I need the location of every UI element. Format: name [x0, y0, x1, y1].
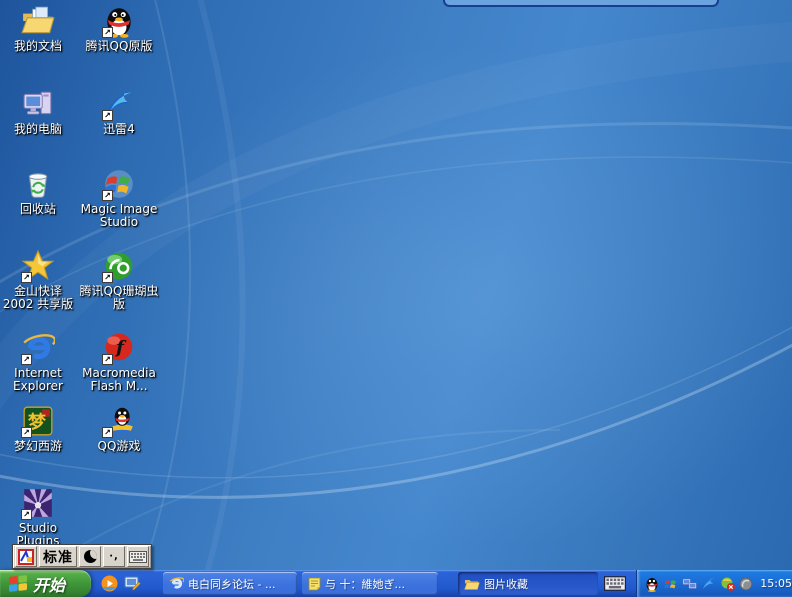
icon-label: Studio — [19, 521, 57, 535]
open-folder-icon — [464, 577, 480, 591]
note-icon — [308, 577, 321, 591]
keyboard-icon — [604, 576, 626, 591]
quick-launch-media-player[interactable] — [101, 575, 118, 592]
my-computer-icon — [21, 87, 55, 121]
xp-desktop-screen: 我的文档 ↗ 腾讯QQ原版 我的电脑 ↗ 迅雷4 — [0, 0, 792, 597]
ime-language-bar[interactable]: 标准 ·, — [12, 544, 152, 569]
desktop-icon-qq-original[interactable]: ↗ 腾讯QQ原版 — [76, 4, 162, 53]
xunlei-icon[interactable] — [701, 576, 717, 592]
shortcut-arrow-icon: ↗ — [21, 427, 32, 438]
icon-label: Internet — [14, 366, 62, 380]
volume-icon[interactable] — [738, 576, 754, 592]
task-button-pictures[interactable]: 图片收藏 — [458, 572, 598, 595]
desktop-icon-menghuan-xiyou[interactable]: 梦 ↗ 梦幻西游 — [0, 404, 81, 453]
desktop-icon-macromedia-flash[interactable]: f ↗ MacromediaFlash M... — [76, 331, 162, 393]
system-tray: 15:05 — [636, 570, 792, 597]
shortcut-arrow-icon: ↗ — [102, 427, 113, 438]
desktop-icon-my-documents[interactable]: 我的文档 — [0, 4, 81, 53]
offscreen-window-edge[interactable] — [443, 0, 719, 7]
desktop-icon-qq-coral[interactable]: ↗ 腾讯QQ珊瑚虫版 — [76, 249, 162, 311]
windows-flag-icon — [8, 574, 28, 593]
desktop-icon-recycle-bin[interactable]: 回收站 — [0, 167, 81, 216]
fullwidth-toggle-button[interactable] — [79, 546, 101, 567]
icon-label: 腾讯QQ原版 — [86, 39, 153, 53]
ime-mode-button[interactable]: 标准 — [39, 546, 77, 567]
desktop-icon-xunlei4[interactable]: ↗ 迅雷4 — [76, 87, 162, 136]
taskbar: 开始 电白同乡论坛 - ... — [0, 570, 792, 597]
recycle-bin-icon — [21, 167, 55, 201]
task-button-notepad[interactable]: 与 十：維她ぎ... — [302, 572, 438, 595]
taskbar-keyboard-indicator[interactable] — [604, 576, 626, 591]
keyboard-icon — [129, 551, 147, 563]
start-button[interactable]: 开始 — [0, 570, 91, 597]
shortcut-arrow-icon: ↗ — [102, 272, 113, 283]
task-label: 电白同乡论坛 - ... — [188, 576, 275, 592]
fullwidth-moon-icon — [84, 550, 97, 563]
my-documents-icon — [21, 4, 55, 38]
icon-label: 迅雷4 — [103, 122, 135, 136]
desktop-icon-my-computer[interactable]: 我的电脑 — [0, 87, 81, 136]
icon-label: 我的文档 — [14, 39, 62, 53]
desktop-icon-magic-image-studio[interactable]: ↗ Magic ImageStudio — [76, 167, 162, 229]
icon-label: Macromedia — [82, 366, 156, 380]
network-icon[interactable] — [682, 576, 698, 592]
icon-label: 梦幻西游 — [14, 439, 62, 453]
icon-label: Magic Image — [81, 202, 158, 216]
quick-launch-show-desktop[interactable] — [124, 575, 141, 592]
task-label: 与 十：維她ぎ... — [325, 576, 405, 592]
desktop-icon-qq-games[interactable]: ↗ QQ游戏 — [76, 404, 162, 453]
shortcut-arrow-icon: ↗ — [102, 27, 113, 38]
ie-icon — [169, 576, 184, 591]
start-label: 开始 — [33, 572, 71, 596]
icon-label: 我的电脑 — [14, 122, 62, 136]
icon-label: 回收站 — [20, 202, 56, 216]
desktop-icon-internet-explorer[interactable]: ↗ InternetExplorer — [0, 331, 81, 393]
icon-label: QQ游戏 — [98, 439, 141, 453]
shortcut-arrow-icon: ↗ — [102, 190, 113, 201]
input-method-icon[interactable] — [15, 546, 37, 567]
media-player-icon — [101, 575, 118, 592]
desktop-icon-kingsoft-fastait[interactable]: ↗ 金山快译2002 共享版 — [0, 249, 81, 311]
desktop-icon-studio-plugins[interactable]: ↗ StudioPlugins — [0, 486, 81, 548]
security-alert-icon[interactable] — [720, 576, 736, 592]
icon-label: 金山快译 — [14, 284, 62, 298]
shortcut-arrow-icon: ↗ — [102, 110, 113, 121]
shortcut-arrow-icon: ↗ — [21, 354, 32, 365]
show-desktop-icon — [124, 575, 141, 592]
shortcut-arrow-icon: ↗ — [21, 509, 32, 520]
punctuation-toggle-button[interactable]: ·, — [103, 546, 125, 567]
qq-icon[interactable] — [644, 576, 660, 592]
windows-flag-icon[interactable] — [663, 576, 679, 592]
soft-keyboard-button[interactable] — [127, 546, 149, 567]
taskbar-clock[interactable]: 15:05 — [760, 577, 792, 590]
icon-label: 腾讯QQ珊瑚虫 — [80, 284, 159, 298]
task-label: 图片收藏 — [484, 576, 528, 592]
input-method-glyph — [18, 549, 34, 565]
shortcut-arrow-icon: ↗ — [21, 272, 32, 283]
task-button-forum[interactable]: 电白同乡论坛 - ... — [163, 572, 297, 595]
shortcut-arrow-icon: ↗ — [102, 354, 113, 365]
